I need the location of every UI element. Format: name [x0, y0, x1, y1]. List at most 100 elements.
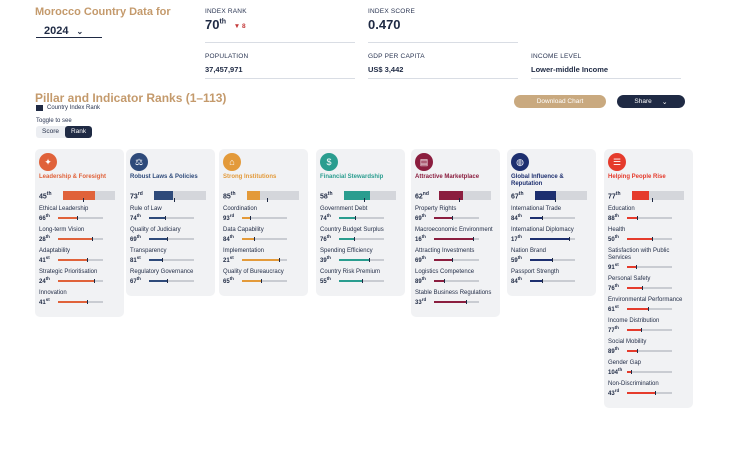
indicator-rank-marker	[637, 215, 639, 220]
indicator-rank-marker	[353, 236, 355, 241]
indicator-name: Passport Strength	[511, 269, 560, 276]
indicator-name: International Trade	[511, 206, 562, 213]
pillar-rank-row: 58th	[320, 191, 401, 203]
indicator-item[interactable]: Strategic Prioritisation 24th	[39, 269, 120, 285]
indicator-rank: 74th	[320, 213, 336, 222]
indicator-rank-fill	[627, 307, 648, 310]
indicator-rank-bar	[627, 285, 672, 290]
indicator-name: Implementation	[223, 248, 265, 255]
indicator-rank: 76th	[608, 283, 624, 292]
indicator-item[interactable]: Implementation 21st	[223, 248, 304, 264]
indicator-item[interactable]: Innovation 41st	[39, 290, 120, 306]
indicator-item[interactable]: Coordination 93rd	[223, 206, 304, 222]
indicator-item[interactable]: Health 50th	[608, 227, 689, 243]
indicator-item[interactable]: Gender Gap 104th	[608, 360, 689, 376]
indicator-rank-suffix: st	[45, 297, 50, 303]
indicator-rank-row: 16th	[415, 234, 496, 243]
pillar-rank-value: 67	[511, 193, 519, 201]
pillar-rank-row: 62nd	[415, 191, 496, 203]
indicator-item[interactable]: Satisfaction with Public Services 91st	[608, 248, 689, 271]
indicator-item[interactable]: Long-term Vision 28th	[39, 227, 120, 243]
indicator-rank-fill	[627, 265, 636, 268]
indicator-item[interactable]: International Diplomacy 17th	[511, 227, 592, 243]
pillar-rank-row: 73rd	[130, 191, 211, 203]
indicator-rank-marker	[166, 236, 168, 241]
pillar-rank-value: 45	[39, 193, 47, 201]
indicator-item[interactable]: Quality of Bureaucracy 65th	[223, 269, 304, 285]
indicator-item[interactable]: Country Risk Premium 55th	[320, 269, 401, 285]
indicator-item[interactable]: Stable Business Regulations 33rd	[415, 290, 496, 306]
indicator-rank-value: 84	[511, 279, 518, 286]
indicator-item[interactable]: International Trade 84th	[511, 206, 592, 222]
indicator-item[interactable]: Quality of Judiciary 69th	[130, 227, 211, 243]
indicator-item[interactable]: Attracting Investments 69th	[415, 248, 496, 264]
legend: Country Index Rank	[36, 105, 100, 111]
indicator-item[interactable]: Macroeconomic Environment 16th	[415, 227, 496, 243]
magnifier-coin-icon: $	[320, 153, 338, 171]
pillar-title[interactable]: Financial Stewardship	[320, 174, 401, 188]
year-select[interactable]: 2024 ⌄	[36, 25, 102, 38]
indicator-rank-row: 33rd	[415, 297, 496, 306]
pillar-rank-bar	[63, 191, 115, 203]
indicator-rank-row: 88th	[608, 213, 689, 222]
indicator-item[interactable]: Personal Safety 76th	[608, 276, 689, 292]
indicator-item[interactable]: Transparency 81st	[130, 248, 211, 264]
indicator-name: Coordination	[223, 206, 258, 213]
indicator-rank-marker	[451, 257, 453, 262]
indicator-rank-row: 39th	[320, 255, 401, 264]
chevron-down-icon: ⌄	[76, 26, 84, 36]
indicator-item[interactable]: Income Distribution 77th	[608, 318, 689, 334]
indicator-item[interactable]: Spending Efficiency 39th	[320, 248, 401, 264]
indicator-rank-value: 28	[39, 237, 46, 244]
indicator-rank-bar	[627, 236, 672, 241]
pillar-title[interactable]: Leadership & Foresight	[39, 174, 120, 188]
indicator-item[interactable]: Passport Strength 84th	[511, 269, 592, 285]
pillar-title[interactable]: Strong Institutions	[223, 174, 304, 188]
download-chart-button[interactable]: Download Chart	[514, 95, 606, 108]
indicator-rank-bar	[627, 369, 672, 374]
indicator-rank-bar	[149, 278, 194, 283]
indicator-name: Spending Efficiency	[320, 248, 373, 255]
indicator-rank-bar	[242, 236, 287, 241]
indicator-item[interactable]: Property Rights 69th	[415, 206, 496, 222]
indicator-rank-row: 59th	[511, 255, 592, 264]
indicator-rank-fill	[627, 216, 638, 219]
indicator-item[interactable]: Logistics Competence 89th	[415, 269, 496, 285]
indicator-rank-marker	[76, 215, 78, 220]
pillar-title[interactable]: Helping People Rise	[608, 174, 689, 188]
indicator-rank-value: 41	[39, 300, 46, 307]
toggle-score[interactable]: Score	[36, 126, 65, 138]
indicator-rank-bar	[242, 257, 287, 262]
indicator-item[interactable]: Country Budget Surplus 76th	[320, 227, 401, 243]
country-rank-marker	[266, 198, 268, 203]
pillar-rank-fill	[154, 191, 173, 201]
pillar-title[interactable]: Global Influence & Reputation	[511, 174, 592, 188]
pillar-card: $ Financial Stewardship 58th Government Deb…	[316, 149, 405, 297]
indicator-rank-bar	[339, 257, 384, 262]
indicator-name: Innovation	[39, 290, 67, 297]
score-rank-toggle[interactable]: Score Rank	[36, 126, 93, 138]
indicator-item[interactable]: Education 88th	[608, 206, 689, 222]
indicator-item[interactable]: Environmental Performance 61st	[608, 297, 689, 313]
index-rank-label: INDEX RANK	[205, 8, 247, 15]
indicator-item[interactable]: Non-Discrimination 43rd	[608, 381, 689, 397]
pillar-title[interactable]: Attractive Marketplace	[415, 174, 496, 188]
indicator-item[interactable]: Ethical Leadership 66th	[39, 206, 120, 222]
indicator-rank-marker	[261, 278, 263, 283]
indicator-item[interactable]: Nation Brand 59th	[511, 248, 592, 264]
indicator-item[interactable]: Rule of Law 74th	[130, 206, 211, 222]
indicator-item[interactable]: Government Debt 74th	[320, 206, 401, 222]
indicator-item[interactable]: Social Mobility 89th	[608, 339, 689, 355]
indicator-item[interactable]: Data Capability 84th	[223, 227, 304, 243]
indicator-rank-marker	[86, 299, 88, 304]
share-button[interactable]: Share ⌄	[617, 95, 685, 108]
indicator-rank-suffix: th	[618, 367, 623, 373]
divider	[205, 42, 355, 43]
pillar-title[interactable]: Robust Laws & Policies	[130, 174, 211, 188]
indicator-item[interactable]: Adaptability 41st	[39, 248, 120, 264]
indicator-rank: 74th	[130, 213, 146, 222]
toggle-rank[interactable]: Rank	[64, 126, 93, 138]
indicator-rank-marker	[630, 369, 632, 374]
indicator-item[interactable]: Regulatory Governance 67th	[130, 269, 211, 285]
indicator-rank: 66th	[39, 213, 55, 222]
